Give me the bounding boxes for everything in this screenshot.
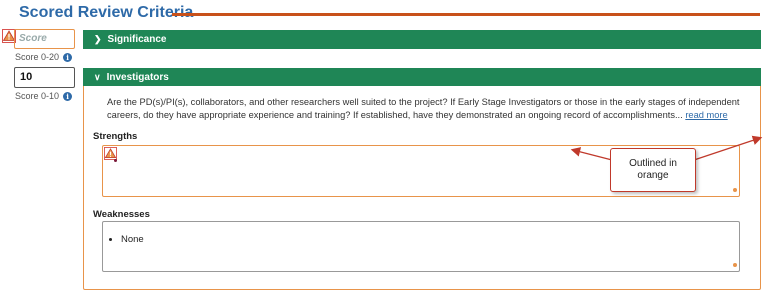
annotation-callout: Outlined in orange (610, 148, 696, 192)
annotation-arrow (693, 135, 763, 161)
annotation-arrow (570, 147, 613, 161)
